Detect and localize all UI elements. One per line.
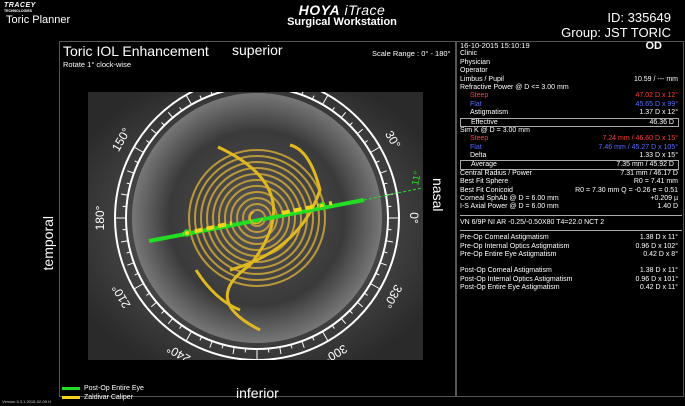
dial-label: 180° <box>93 205 107 230</box>
tracey-logo: TRACEY TECHNOLOGIES <box>4 2 36 13</box>
patient-group: Group: JST TORIC <box>561 25 671 40</box>
label-inferior: inferior <box>236 385 279 401</box>
legend-swatch-yellow <box>62 396 80 399</box>
label-superior: superior <box>232 42 283 58</box>
iris <box>132 93 382 343</box>
physician-label: Physician <box>460 58 490 66</box>
label-nasal: nasal <box>430 178 446 212</box>
operator-label: Operator <box>460 67 488 75</box>
brand-subtitle: Surgical Workstation <box>287 16 397 28</box>
eye-indicator: OD <box>645 40 663 52</box>
refractive-power-header: Refractive Power @ D <= 3.00 mm <box>460 83 569 91</box>
eye-image[interactable]: 0°30°60°90°120°150°180°210°240°270°300°3… <box>88 92 423 360</box>
divider <box>460 230 682 232</box>
app-title: Toric Planner <box>6 14 71 26</box>
visual-notes: VN 6/9P NI AR -0.25/-0.50X80 T4=22.0 NCT… <box>460 218 605 226</box>
average-k-box: Average 7.35 mm / 45.92 D <box>460 160 679 170</box>
effective-power-box: Effective 46.36 D <box>460 117 679 127</box>
legend-zaldivar-caliper: Zaldivar Caliper <box>62 393 133 402</box>
exam-date: 16-10-2015 15:10:19 <box>460 41 530 50</box>
legend-post-op-entire-eye: Post-Op Entire Eye <box>62 384 144 393</box>
map-title: Toric IOL Enhancement <box>63 43 209 59</box>
scale-range: Scale Range : 0° - 180° <box>372 49 451 58</box>
clinic-label: Clinic <box>460 50 478 58</box>
measurement-info: 16-10-2015 15:10:19 OD Clinic Physician O… <box>460 40 682 293</box>
patient-id: ID: 335649 <box>607 10 671 25</box>
angle-marker: 11° <box>410 170 423 186</box>
dial-label: 0° <box>407 212 421 224</box>
divider <box>460 214 682 216</box>
legend-swatch-green <box>62 387 80 390</box>
brand-logo: HOYA iTrace Surgical Workstation <box>262 2 422 28</box>
label-temporal: temporal <box>40 216 56 271</box>
map-subtitle: Rotate 1° clock-wise <box>63 60 132 69</box>
sim-k-header: Sim K @ D = 3.00 mm <box>460 126 530 134</box>
version-text: Version 5.3.1 2015-02-09 H <box>2 399 51 404</box>
